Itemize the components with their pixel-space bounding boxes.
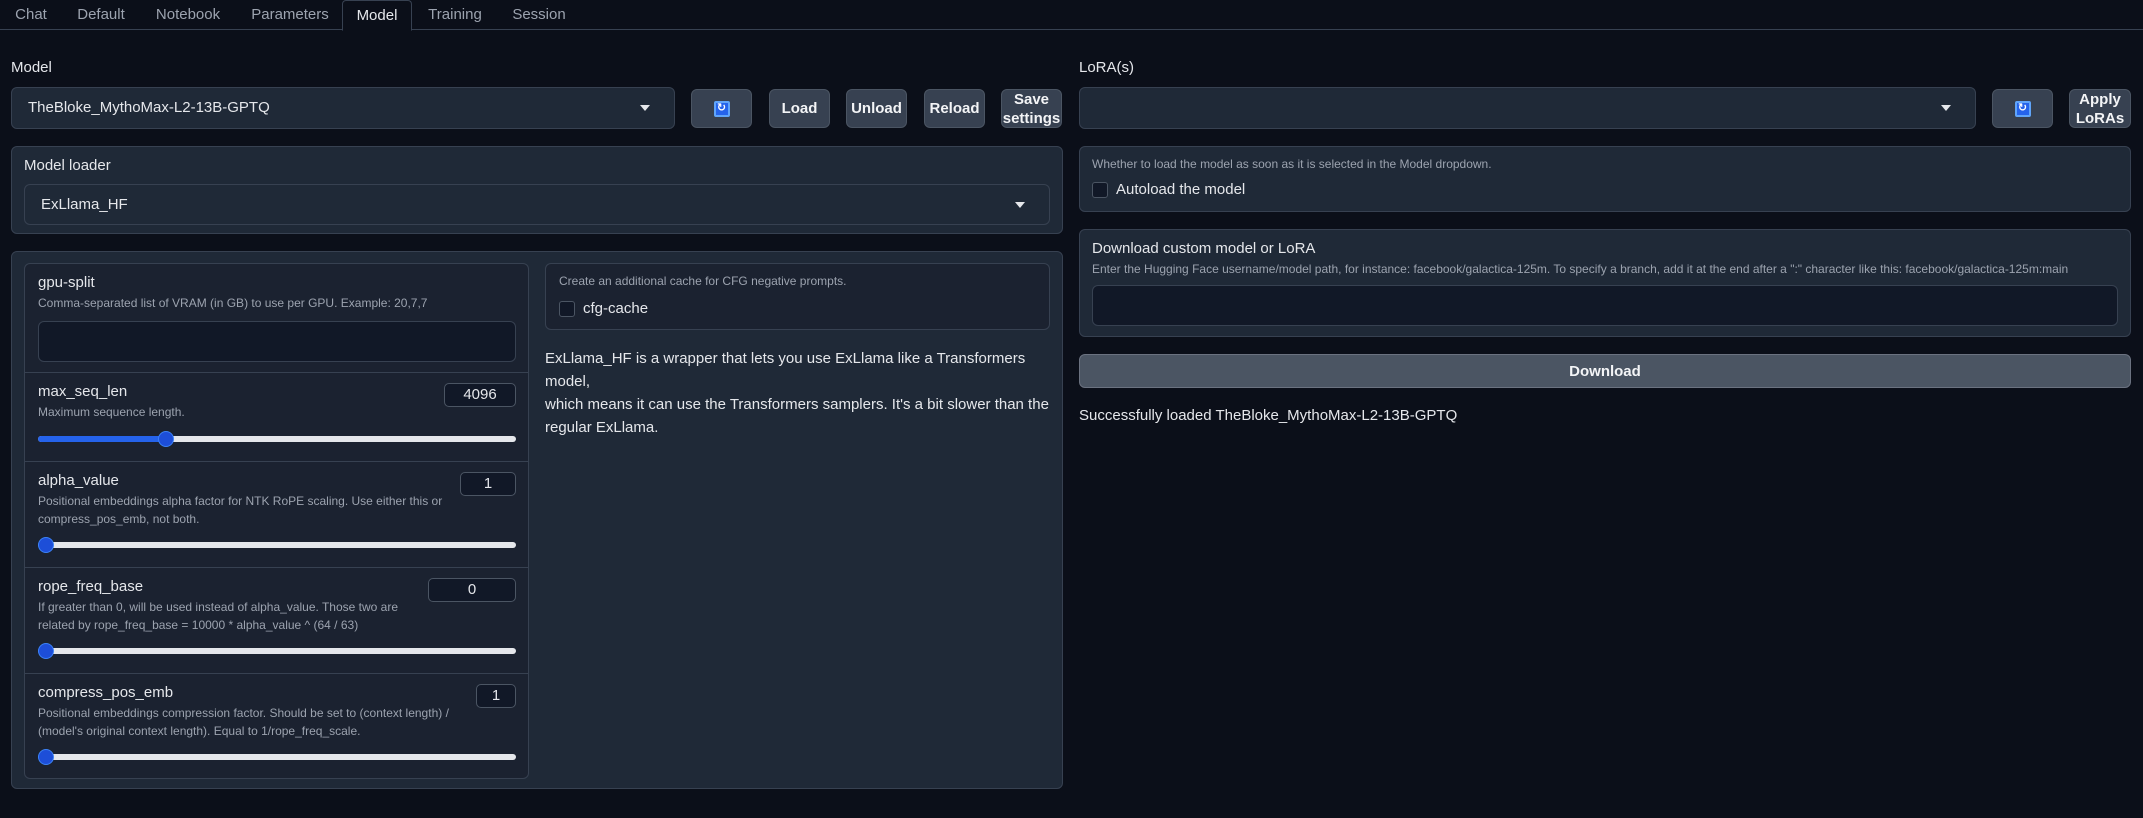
- chevron-down-icon: [1941, 105, 1951, 111]
- max-seq-len-info: Maximum sequence length.: [38, 405, 185, 419]
- lora-label: LoRA(s): [1079, 59, 1135, 76]
- model-loader-label: Model loader: [24, 157, 111, 174]
- tab-default[interactable]: Default: [66, 0, 136, 30]
- alpha-value-slider[interactable]: [38, 537, 516, 553]
- alpha-value-label: alpha_value: [38, 472, 119, 489]
- chevron-down-icon: [1015, 202, 1025, 208]
- cfg-cache-label: cfg-cache: [583, 300, 649, 317]
- loader-description-line3: regular ExLlama.: [545, 419, 659, 436]
- tab-notebook[interactable]: Notebook: [144, 0, 232, 30]
- model-loader-selected: ExLlama_HF: [41, 196, 128, 213]
- lora-dropdown[interactable]: [1079, 87, 1976, 129]
- model-dropdown[interactable]: TheBloke_MythoMax-L2-13B-GPTQ: [11, 87, 675, 129]
- gpu-split-info: Comma-separated list of VRAM (in GB) to …: [38, 296, 428, 310]
- tab-model[interactable]: Model: [342, 0, 412, 31]
- refresh-icon: ↻: [713, 100, 730, 117]
- rope-freq-base-slider-thumb[interactable]: [38, 643, 54, 659]
- max-seq-len-slider[interactable]: [38, 431, 516, 447]
- rope-freq-base-number-input[interactable]: 0: [428, 578, 516, 602]
- rope-freq-base-info-line1: If greater than 0, will be used instead …: [38, 600, 399, 614]
- model-loader-panel: Model loader ExLlama_HF: [11, 146, 1063, 234]
- compress-pos-emb-slider[interactable]: [38, 749, 516, 765]
- download-info: Enter the Hugging Face username/model pa…: [1092, 262, 2069, 276]
- model-loader-dropdown[interactable]: ExLlama_HF: [24, 184, 1050, 225]
- autoload-label: Autoload the model: [1116, 181, 1246, 198]
- chevron-down-icon: [640, 105, 650, 111]
- refresh-icon: ↻: [2014, 100, 2031, 117]
- unload-button[interactable]: Unload: [846, 89, 907, 128]
- alpha-value-number-input[interactable]: 1: [460, 472, 516, 496]
- apply-loras-button[interactable]: Apply LoRAs: [2069, 89, 2131, 128]
- compress-pos-emb-info-line2: (model's original context length). Equal…: [38, 724, 361, 738]
- tab-parameters[interactable]: Parameters: [240, 0, 340, 30]
- autoload-checkbox[interactable]: [1092, 182, 1108, 198]
- loader-description: ExLlama_HF is a wrapper that lets you us…: [545, 347, 1065, 439]
- compress-pos-emb-number-input[interactable]: 1: [476, 684, 516, 708]
- tab-session[interactable]: Session: [500, 0, 578, 30]
- params-column: gpu-split Comma-separated list of VRAM (…: [24, 263, 529, 779]
- apply-loras-line2: LoRAs: [2075, 109, 2125, 127]
- rope-freq-base-slider[interactable]: [38, 643, 516, 659]
- divider: [25, 567, 528, 568]
- rope-freq-base-info-line2: related by rope_freq_base = 10000 * alph…: [38, 618, 359, 632]
- divider: [25, 673, 528, 674]
- tab-bar: Chat Default Notebook Parameters Model T…: [0, 0, 2143, 31]
- divider: [25, 461, 528, 462]
- tab-training[interactable]: Training: [416, 0, 494, 30]
- status-message: Successfully loaded TheBloke_MythoMax-L2…: [1079, 407, 1458, 424]
- save-settings-line1: Save: [1013, 90, 1050, 108]
- model-label: Model: [11, 59, 52, 76]
- gpu-split-input[interactable]: [38, 321, 516, 362]
- reload-button[interactable]: Reload: [924, 89, 985, 128]
- autoload-panel: Whether to load the model as soon as it …: [1079, 146, 2131, 212]
- max-seq-len-label: max_seq_len: [38, 383, 128, 400]
- loader-description-line2: which means it can use the Transformers …: [545, 396, 1049, 413]
- load-button[interactable]: Load: [769, 89, 830, 128]
- tab-chat[interactable]: Chat: [0, 0, 62, 30]
- divider: [25, 372, 528, 373]
- max-seq-len-slider-thumb[interactable]: [158, 431, 175, 447]
- alpha-value-info-line2: compress_pos_emb, not both.: [38, 512, 200, 526]
- alpha-value-slider-thumb[interactable]: [38, 537, 54, 553]
- cfg-cache-info: Create an additional cache for CFG negat…: [559, 274, 847, 288]
- compress-pos-emb-info-line1: Positional embeddings compression factor…: [38, 706, 449, 720]
- loader-description-line1: ExLlama_HF is a wrapper that lets you us…: [545, 350, 1026, 390]
- model-selected-value: TheBloke_MythoMax-L2-13B-GPTQ: [28, 99, 270, 116]
- save-settings-button[interactable]: Save settings: [1001, 89, 1062, 128]
- model-refresh-button[interactable]: ↻: [691, 89, 752, 128]
- download-title: Download custom model or LoRA: [1092, 240, 1316, 257]
- download-button[interactable]: Download: [1079, 354, 2131, 388]
- alpha-value-info-line1: Positional embeddings alpha factor for N…: [38, 494, 443, 508]
- rope-freq-base-label: rope_freq_base: [38, 578, 144, 595]
- autoload-info: Whether to load the model as soon as it …: [1092, 157, 1492, 171]
- max-seq-len-number-input[interactable]: 4096: [444, 383, 516, 407]
- compress-pos-emb-slider-thumb[interactable]: [38, 749, 54, 765]
- lora-refresh-button[interactable]: ↻: [1992, 89, 2053, 128]
- max-seq-len-slider-fill: [38, 436, 167, 442]
- cfg-cache-panel: Create an additional cache for CFG negat…: [545, 263, 1050, 330]
- download-panel: Download custom model or LoRA Enter the …: [1079, 229, 2131, 337]
- download-path-input[interactable]: [1092, 285, 2118, 326]
- apply-loras-line1: Apply: [2079, 90, 2121, 108]
- gpu-split-label: gpu-split: [38, 274, 95, 291]
- cfg-cache-checkbox[interactable]: [559, 301, 575, 317]
- compress-pos-emb-label: compress_pos_emb: [38, 684, 174, 701]
- save-settings-line2: settings: [1002, 109, 1061, 127]
